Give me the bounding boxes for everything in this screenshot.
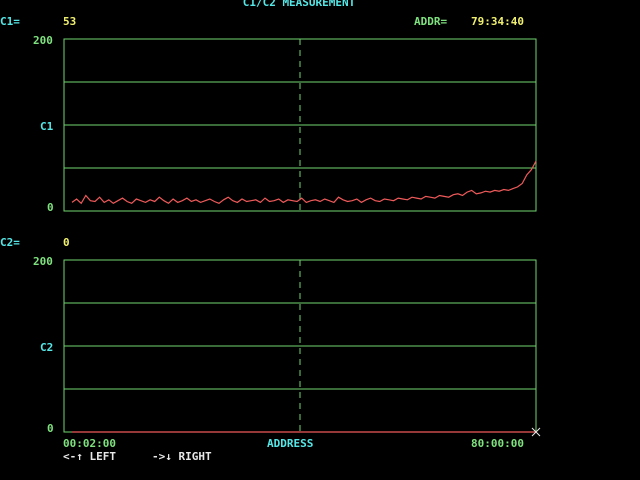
c1-trace [71,160,537,205]
c2-chart [63,259,541,437]
measurement-plot [63,38,541,437]
c1-chart [63,38,537,212]
